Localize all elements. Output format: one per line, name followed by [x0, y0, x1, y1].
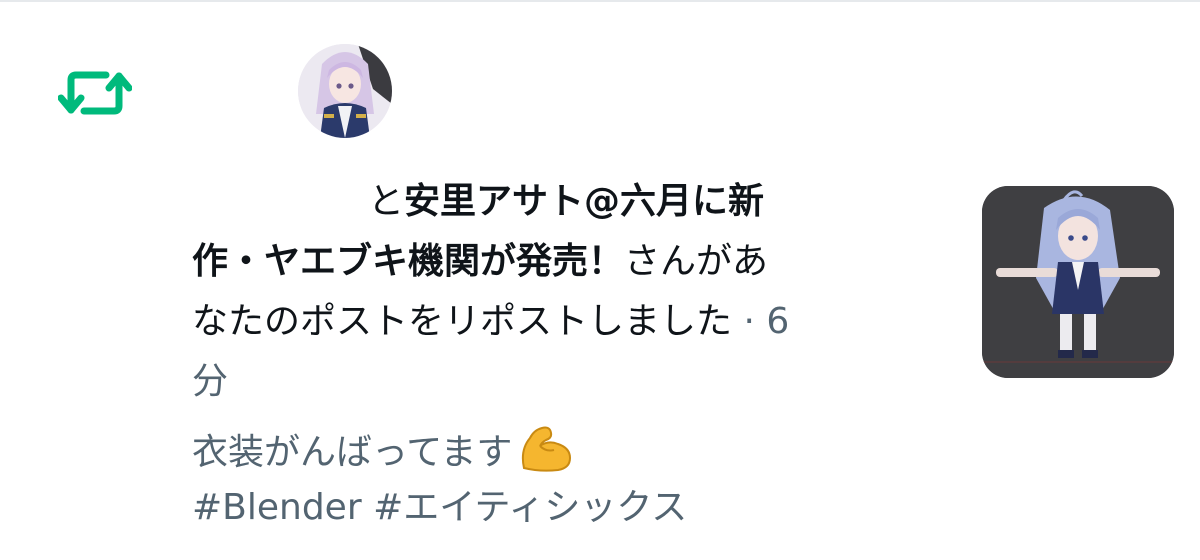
user-display-name[interactable]: 安里アサト@六月に新	[404, 181, 764, 222]
user-display-name-continued[interactable]: 作・ヤエブキ機関が発売！	[192, 241, 624, 282]
user-avatar[interactable]	[298, 44, 392, 138]
post-media-thumbnail[interactable]	[982, 186, 1174, 378]
timestamp: · 6	[732, 301, 790, 342]
timestamp-unit: 分	[192, 361, 229, 402]
repost-notification[interactable]: と安里アサト@六月に新 作・ヤエブキ機関が発売！さんがあ なたのポストをリポスト…	[0, 0, 1200, 560]
post-hashtags[interactable]: #Blender #エイティシックス	[192, 487, 687, 528]
repost-icon	[58, 66, 132, 120]
conjunction-text: と	[368, 181, 405, 222]
notification-text: と安里アサト@六月に新 作・ヤエブキ機関が発売！さんがあ なたのポストをリポスト…	[192, 172, 942, 412]
quoted-post-text[interactable]: 衣装がんばってます #Blender #エイティシックス	[192, 424, 952, 536]
action-text-continued: なたのポストをリポストしました	[192, 301, 733, 342]
action-text: さんがあ	[624, 241, 769, 282]
post-body-text: 衣装がんばってます	[192, 432, 513, 473]
